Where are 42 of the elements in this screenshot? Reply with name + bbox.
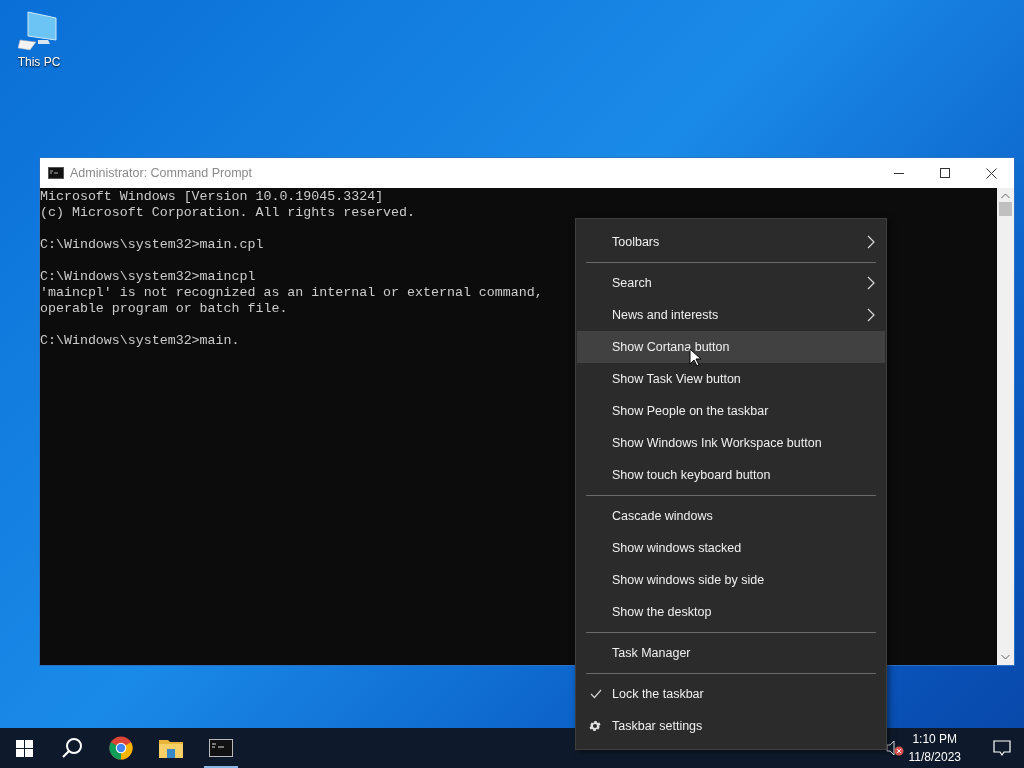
menu-item[interactable]: Show touch keyboard button [577, 459, 885, 491]
window-title: Administrator: Command Prompt [70, 164, 253, 182]
menu-item[interactable]: News and interests [577, 299, 885, 331]
menu-item[interactable]: Show Cortana button [577, 331, 885, 363]
menu-item[interactable]: Cascade windows [577, 500, 885, 532]
chevron-icon [867, 276, 875, 290]
console-line: operable program or batch file. [40, 301, 288, 317]
speaker-muted-icon[interactable] [886, 740, 906, 756]
console-line: 'maincpl' is not recognized as an internal or external command, [40, 285, 543, 301]
chevron-icon [867, 308, 875, 322]
search-icon [61, 737, 83, 759]
menu-item[interactable]: Show Windows Ink Workspace button [577, 427, 885, 459]
console-line: C:\Windows\system32>main.cpl [40, 237, 264, 253]
terminal-icon[interactable] [209, 739, 233, 757]
console-line: C:\Windows\system32>maincpl [40, 269, 256, 285]
menu-item[interactable]: Show People on the taskbar [577, 395, 885, 427]
menu-item[interactable]: Show windows side by side [577, 564, 885, 596]
checkmark-icon [590, 689, 602, 699]
browser-icon[interactable] [109, 736, 133, 760]
menu-item[interactable]: Toolbars [577, 226, 885, 258]
settings-icon [588, 719, 602, 733]
menu-item[interactable]: Show Task View button [577, 363, 885, 395]
clock-time[interactable]: 1:10 PM [912, 730, 958, 748]
menu-item[interactable]: Search [577, 267, 885, 299]
menu-item[interactable]: Taskbar settings [577, 710, 885, 742]
windows-logo-icon [15, 739, 33, 757]
scrollbar-thumb[interactable] [999, 202, 1012, 216]
computer-icon[interactable] [18, 8, 60, 52]
speech-bubble-icon [993, 739, 1011, 757]
menu-item[interactable]: Lock the taskbar [577, 678, 885, 710]
menu-item[interactable]: Show the desktop [577, 596, 885, 628]
menu-item[interactable]: Show windows stacked [577, 532, 885, 564]
console-line: Microsoft Windows [Version 10.0.19045.3324] [40, 189, 384, 205]
close-icon [985, 167, 997, 179]
console-line: (c) Microsoft Corporation. All rights reserved. [40, 205, 416, 221]
chevron-icon [867, 235, 875, 249]
folder-icon[interactable] [159, 738, 183, 758]
clock-date[interactable]: 11/8/2023 [908, 748, 961, 766]
menu-item[interactable]: Task Manager [577, 637, 885, 669]
icon-label: This PC [17, 54, 61, 71]
terminal-icon [48, 167, 64, 179]
console-line: C:\Windows\system32>main. [40, 333, 240, 349]
